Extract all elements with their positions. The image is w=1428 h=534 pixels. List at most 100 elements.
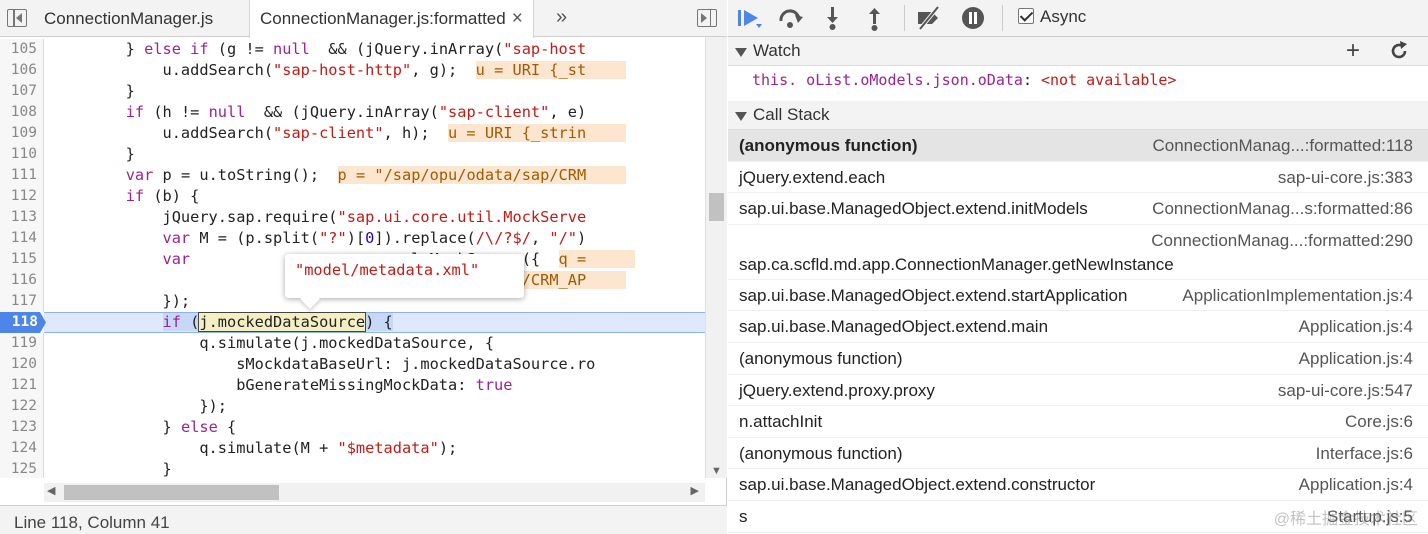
async-checkbox[interactable] — [1018, 8, 1034, 24]
code-line[interactable]: if (h != null && (jQuery.inArray("sap-cl… — [52, 102, 587, 123]
line-number[interactable]: 124 — [0, 438, 44, 459]
call-frame-location[interactable]: sap-ui-core.js:383 — [1278, 168, 1413, 188]
call-frame[interactable]: (anonymous function) Application.js:4 — [728, 343, 1428, 375]
code-line[interactable]: q.simulate(M + "$metadata"); — [52, 438, 457, 459]
call-frame-location[interactable]: Core.js:6 — [1345, 412, 1413, 432]
code-line[interactable]: } — [52, 459, 172, 478]
line-number[interactable]: 111 — [0, 165, 44, 186]
code-line[interactable]: var M = (p.split("?")[0]).replace(/\/?$/… — [52, 228, 587, 249]
watch-separator: : — [1022, 71, 1041, 89]
call-frame-location[interactable]: ApplicationImplementation.js:4 — [1182, 286, 1413, 306]
call-frame[interactable]: sap.ui.base.ManagedObject.extend.constru… — [728, 469, 1428, 501]
code-line[interactable]: } else { — [52, 417, 237, 438]
debugger-toggle-icon[interactable] — [697, 9, 717, 27]
call-frame[interactable]: sap.ca.scfld.md.app.ConnectionManager.ge… — [728, 225, 1428, 280]
scroll-right-icon[interactable]: ▶ — [691, 484, 699, 497]
line-number[interactable]: 113 — [0, 207, 44, 228]
code-line[interactable]: q.simulate(j.mockedDataSource, { — [52, 333, 494, 354]
call-frame-location[interactable]: ConnectionManag...:formatted:118 — [1152, 136, 1413, 156]
line-number[interactable]: 108 — [0, 102, 44, 123]
breakpoint-line-number[interactable]: 118 — [0, 312, 46, 333]
navigator-toggle-icon[interactable] — [7, 9, 27, 27]
call-frame-location[interactable]: sap-ui-core.js:547 — [1278, 381, 1413, 401]
call-frame-location[interactable]: Application.js:4 — [1299, 349, 1413, 369]
pause-on-exceptions-icon[interactable] — [958, 4, 988, 32]
refresh-icon[interactable] — [1388, 40, 1410, 62]
debugger-toolbar: Async — [728, 0, 1428, 37]
call-frame[interactable]: sap.ui.base.ManagedObject.extend.startAp… — [728, 280, 1428, 312]
debugger-sidebar: Async Watch + this. oList.oModels.json.o… — [728, 0, 1428, 534]
call-frame-location[interactable]: Interface.js:6 — [1316, 444, 1413, 464]
close-tab-icon[interactable]: × — [512, 0, 523, 37]
call-frame-function: sap.ui.base.ManagedObject.extend.startAp… — [739, 285, 1128, 305]
expand-arrow-icon[interactable] — [735, 112, 747, 121]
code-line[interactable]: if (j.mockedDataSource) { — [52, 312, 393, 333]
call-frame[interactable]: jQuery.extend.each sap-ui-core.js:383 — [728, 162, 1428, 194]
horizontal-scrollbar[interactable]: ◀ ▶ — [44, 483, 705, 502]
code-line[interactable]: } — [52, 144, 135, 165]
step-over-icon[interactable] — [776, 4, 806, 32]
line-number-text: 116 — [10, 272, 37, 288]
line-number[interactable]: 116 — [0, 270, 44, 291]
call-frame-location[interactable]: ConnectionManag...s:formatted:86 — [1152, 199, 1413, 219]
scroll-down-icon[interactable]: ▼ — [711, 465, 722, 477]
vertical-scrollbar[interactable]: ▼ — [705, 37, 727, 478]
tab-connection-manager[interactable]: ConnectionManager.js — [34, 0, 223, 37]
line-number[interactable]: 106 — [0, 60, 44, 81]
call-frame[interactable]: sap.ui.base.ManagedObject.extend.initMod… — [728, 193, 1428, 225]
code-line[interactable]: jQuery.sap.require("sap.ui.core.util.Moc… — [52, 207, 587, 228]
code-line[interactable]: }); — [52, 291, 191, 312]
line-number[interactable]: 109 — [0, 123, 44, 144]
code-line[interactable]: var p = u.toString(); p = "/sap/opu/odat… — [52, 165, 627, 186]
line-number[interactable]: 114 — [0, 228, 44, 249]
watch-expression-value: <not available> — [1041, 71, 1177, 89]
line-number[interactable]: 122 — [0, 396, 44, 417]
line-number[interactable]: 125 — [0, 459, 44, 478]
vertical-scrollbar-thumb[interactable] — [709, 193, 724, 221]
line-number[interactable]: 120 — [0, 354, 44, 375]
call-frame[interactable]: n.attachInit Core.js:6 — [728, 406, 1428, 438]
horizontal-scrollbar-thumb[interactable] — [64, 485, 279, 500]
line-number-text: 110 — [10, 146, 37, 162]
line-number[interactable]: 107 — [0, 81, 44, 102]
code-line[interactable]: u.addSearch("sap-host-http", g); u = URI… — [52, 60, 627, 81]
code-line[interactable]: } — [52, 81, 135, 102]
code-line[interactable]: u.addSearch("sap-client", h); u = URI {_… — [52, 123, 627, 144]
code-line[interactable]: }); — [52, 396, 227, 417]
add-icon[interactable]: + — [1346, 39, 1360, 63]
step-out-icon[interactable] — [860, 4, 890, 32]
tabs-overflow-icon[interactable]: » — [556, 0, 567, 37]
call-frame-location[interactable]: ConnectionManag...:formatted:290 — [1151, 231, 1413, 251]
watch-expression[interactable]: this. oList.oModels.json.oData: <not ava… — [752, 71, 1176, 89]
step-into-icon[interactable] — [818, 4, 848, 32]
line-number[interactable]: 110 — [0, 144, 44, 165]
line-number[interactable]: 112 — [0, 186, 44, 207]
resume-icon[interactable] — [734, 4, 764, 32]
toolbar-divider — [1002, 5, 1003, 31]
call-frame[interactable]: (anonymous function) ConnectionManag...:f… — [728, 130, 1428, 162]
toolbar-divider — [904, 5, 905, 31]
line-number-text: 115 — [10, 251, 37, 267]
code-line[interactable]: bGenerateMissingMockData: true — [52, 375, 512, 396]
line-number[interactable]: 119 — [0, 333, 44, 354]
line-number[interactable]: 123 — [0, 417, 44, 438]
call-frame[interactable]: jQuery.extend.proxy.proxy sap-ui-core.js:… — [728, 375, 1428, 407]
code-line[interactable]: } else if (g != null && (jQuery.inArray(… — [52, 39, 587, 60]
call-stack-section-header[interactable]: Call Stack — [728, 101, 1428, 130]
expand-arrow-icon[interactable] — [735, 48, 747, 57]
call-frame-location[interactable]: Application.js:4 — [1299, 475, 1413, 495]
deactivate-breakpoints-icon[interactable] — [914, 4, 944, 32]
line-number[interactable]: 121 — [0, 375, 44, 396]
code-line[interactable]: if (b) { — [52, 186, 200, 207]
call-frame[interactable]: (anonymous function) Interface.js:6 — [728, 438, 1428, 470]
tab-connection-manager-formatted[interactable]: ConnectionManager.js:formatted × — [249, 0, 534, 38]
watermark: @稀土掘金技术社区 — [1273, 511, 1418, 528]
scroll-left-icon[interactable]: ◀ — [47, 484, 55, 497]
line-number[interactable]: 105 — [0, 39, 44, 60]
line-number[interactable]: 115 — [0, 249, 44, 270]
code-line[interactable]: sMockdataBaseUrl: j.mockedDataSource.ro — [52, 354, 595, 375]
call-frame[interactable]: sap.ui.base.ManagedObject.extend.main App… — [728, 311, 1428, 343]
watch-section-header[interactable]: Watch + — [728, 37, 1428, 66]
call-frame-location[interactable]: Application.js:4 — [1299, 317, 1413, 337]
line-number[interactable]: 117 — [0, 291, 44, 312]
